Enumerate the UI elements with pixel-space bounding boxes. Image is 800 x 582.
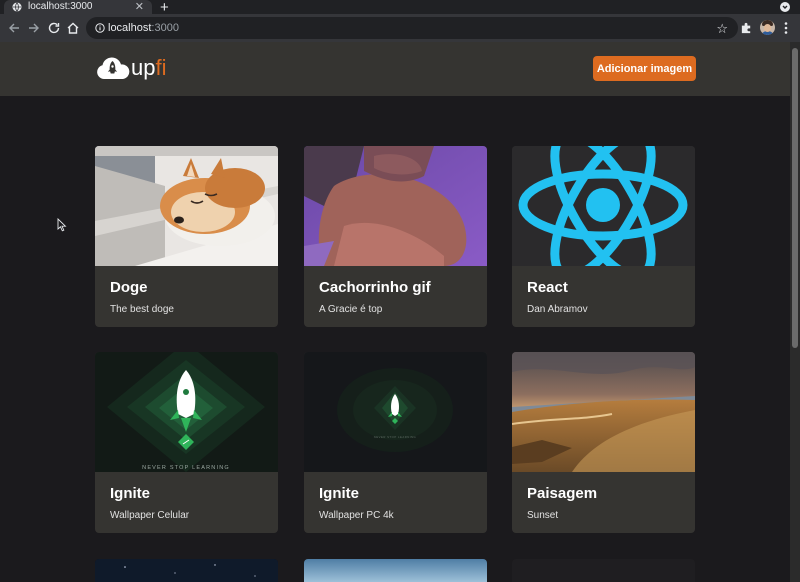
card-description: Wallpaper Celular [110, 510, 190, 521]
card-description: Dan Abramov [527, 304, 588, 315]
tab-search-icon[interactable] [780, 2, 790, 12]
upfi-logo-text: upfi [131, 56, 166, 80]
card-title: React [527, 279, 568, 296]
extensions-puzzle-icon[interactable] [740, 21, 753, 34]
card-description: Sunset [527, 510, 559, 521]
url-text: localhost:3000 [108, 17, 179, 39]
image-card[interactable]: Paisagem Sunset [512, 352, 695, 533]
bookmark-star-icon[interactable]: ☆ [716, 21, 728, 37]
card-image-cachorrinho[interactable] [304, 146, 487, 266]
close-tab-icon[interactable]: ✕ [135, 0, 144, 14]
card-title: Ignite [110, 485, 150, 502]
card-image-ignite-celular[interactable]: NEVER STOP LEARNING [95, 352, 278, 472]
upfi-logo-icon[interactable] [95, 56, 131, 82]
url-host: localhost [108, 22, 152, 34]
browser-menu-icon[interactable] [783, 21, 789, 35]
card-title: Doge [110, 279, 148, 296]
page-scrollbar[interactable] [790, 42, 800, 582]
add-image-button[interactable]: Adicionar imagem [593, 56, 696, 81]
image-card-partial[interactable] [95, 559, 278, 582]
card-title: Cachorrinho gif [319, 279, 431, 296]
logo-text-up: up [131, 55, 156, 80]
logo-text-fi: fi [155, 55, 167, 80]
reload-icon[interactable] [47, 21, 61, 35]
card-title: Ignite [319, 485, 359, 502]
card-image-ignite-pc[interactable]: NEVER STOP LEARNING [304, 352, 487, 472]
profile-avatar[interactable] [760, 20, 775, 35]
back-icon[interactable] [7, 21, 21, 35]
image-card[interactable]: NEVER STOP LEARNING Ignite Wallpaper Cel… [95, 352, 278, 533]
browser-toolbar: localhost:3000 ☆ [0, 14, 800, 42]
card-description: The best doge [110, 304, 174, 315]
card-description: A Gracie é top [319, 304, 383, 315]
scrollbar-thumb[interactable] [792, 48, 798, 348]
image-card[interactable]: React Dan Abramov [512, 146, 695, 327]
address-bar[interactable]: localhost:3000 ☆ [86, 17, 738, 39]
card-image-react[interactable] [512, 146, 695, 266]
card-title: Paisagem [527, 485, 598, 502]
app-header: upfi Adicionar imagem [0, 42, 790, 96]
image-card-partial[interactable] [512, 559, 695, 582]
url-port: :3000 [151, 22, 179, 34]
image-card[interactable]: Cachorrinho gif A Gracie é top [304, 146, 487, 327]
image-card[interactable]: NEVER STOP LEARNING Ignite Wallpaper PC … [304, 352, 487, 533]
site-info-icon[interactable] [95, 23, 105, 33]
tab-title: localhost:3000 [28, 1, 93, 12]
globe-icon [12, 2, 22, 12]
image-caption: NEVER STOP LEARNING [374, 435, 417, 439]
browser-tabstrip: localhost:3000 ✕ + [0, 0, 800, 16]
image-card[interactable]: Doge The best doge [95, 146, 278, 327]
browser-tab[interactable]: localhost:3000 ✕ [4, 0, 152, 14]
card-description: Wallpaper PC 4k [319, 510, 394, 521]
image-caption: NEVER STOP LEARNING [142, 465, 230, 471]
mouse-cursor-icon [57, 218, 67, 232]
home-icon[interactable] [66, 21, 80, 35]
forward-icon[interactable] [27, 21, 41, 35]
card-image-paisagem[interactable] [512, 352, 695, 472]
card-image-doge[interactable] [95, 146, 278, 266]
image-card-partial[interactable] [304, 559, 487, 582]
